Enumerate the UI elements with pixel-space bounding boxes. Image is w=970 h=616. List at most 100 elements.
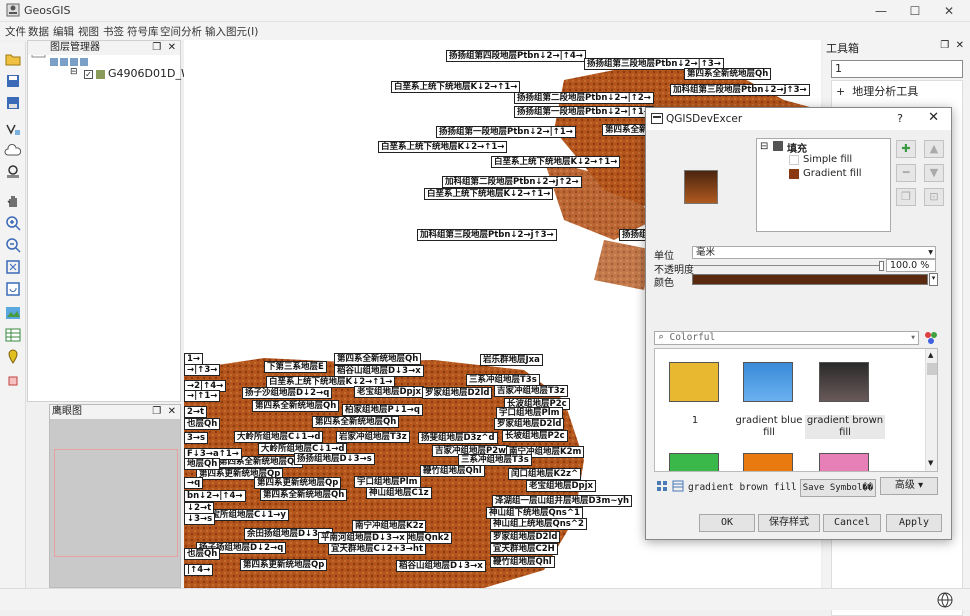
vector-icon[interactable] [4,120,22,138]
color-button[interactable] [692,274,928,285]
symbol-tile-label: gradient blue fill [735,415,803,438]
symbol-tile[interactable] [743,362,793,402]
remove-symbol-layer-button[interactable]: ━ [896,164,916,182]
scroll-up-icon[interactable]: ▲ [928,351,933,359]
save-as-icon[interactable] [4,94,22,112]
unit-select[interactable]: 毫米 ▾ [692,246,936,259]
menu-spatial-analysis[interactable]: 空间分析 [160,24,202,39]
layer-panel-close-button[interactable]: ✕ [168,42,176,53]
move-up-button[interactable]: ▲ [924,140,944,158]
menu-file[interactable]: 文件 [5,24,26,39]
cloud-icon[interactable] [4,142,22,160]
menu-edit[interactable]: 编辑 [53,24,74,39]
toolbox-tree-expander[interactable]: + [836,85,845,98]
tree-item-simple-fill[interactable]: Simple fill [803,154,852,165]
unit-select-chevron-icon: ▾ [928,247,933,258]
save-style-button[interactable]: 保存样式 [758,514,820,532]
layer-panel-title: 图层管理器 [50,42,100,53]
menu-bookmarks[interactable]: 书签 [103,24,124,39]
table-icon[interactable] [4,326,22,344]
map-label: 鞭竹组地层Qhl [420,465,485,477]
toolbox-dock-button[interactable]: ❐ [940,40,949,51]
cancel-button[interactable]: Cancel [823,514,881,532]
opacity-slider-track[interactable] [694,265,882,266]
opacity-slider-handle[interactable] [879,261,884,271]
symbol-tile[interactable] [819,453,869,471]
color-dropdown-arrow-icon[interactable]: ▾ [929,273,938,286]
zoom-out-icon[interactable] [4,236,22,254]
layer-tree-expander-icon[interactable]: ⊟ [70,67,78,77]
advanced-button[interactable]: 高级 ▾ [880,477,938,495]
map-label: 加科组第二段地层Ptbn↓2→j↑2→ [442,176,582,188]
save-symbol-button[interactable]: Save Symbol�� [800,479,876,497]
menu-input-element[interactable]: 输入图元(I) [205,24,258,39]
ok-button[interactable]: OK [699,514,755,532]
move-down-button[interactable]: ▼ [924,164,944,182]
layer-down-icon[interactable] [80,58,88,66]
map-label: →|↑1→ [184,390,221,402]
delete-icon[interactable] [4,372,22,390]
toolbox-close-button[interactable]: ✕ [956,40,964,51]
map-label: 扬扬组第四段地层Ptbn↓2→|↑4→ [446,50,586,62]
symbol-search-input[interactable]: ⌕ Colorful ▾ [654,331,919,345]
overview-map-panel: 鹰眼图 ❐ ✕ [49,404,181,588]
layer-swatch [96,69,105,79]
layer-item[interactable]: ✓ G4906D01D_WP [84,67,198,81]
grid-view-icon[interactable] [656,480,668,492]
dialog-close-button[interactable]: ✕ [928,110,939,125]
lock-layer-button[interactable]: ⊡ [924,188,944,206]
map-label: 也层Qh [184,548,221,560]
maximize-button[interactable]: ☐ [900,2,930,20]
tree-root-fill[interactable]: 填充 [787,140,807,155]
layer-up-icon[interactable] [70,58,78,66]
minimize-button[interactable]: — [866,2,896,20]
gallery-scrollbar[interactable]: ▲ ▼ [925,349,937,471]
georeference-icon[interactable] [4,162,22,180]
map-layer-icon[interactable] [4,304,22,322]
tree-root-expander[interactable]: ⊟ [760,141,768,152]
scroll-thumb[interactable] [927,363,937,375]
add-layer-icon[interactable] [50,58,58,66]
left-toolbar [0,42,26,602]
open-folder-icon[interactable] [4,50,22,68]
location-pin-icon[interactable] [4,348,22,366]
toolbox-tree-item[interactable]: + 地理分析工具 [836,83,918,99]
toolbox-search-input[interactable]: 1 [831,60,963,78]
remove-layer-icon[interactable] [60,58,68,66]
zoom-in-icon[interactable] [4,214,22,232]
menu-data[interactable]: 数据 [28,24,49,39]
zoom-extent-icon[interactable] [4,258,22,276]
scroll-down-icon[interactable]: ▼ [928,459,933,467]
symbol-tile[interactable] [743,453,793,471]
search-dropdown-icon[interactable]: ▾ [910,332,916,343]
overview-extent-box[interactable] [54,449,178,557]
style-manager-icon[interactable] [924,331,938,345]
symbol-tile[interactable] [819,362,869,402]
symbol-tile[interactable] [669,453,719,471]
opacity-spinbox[interactable]: 100.0 % [886,259,936,272]
window-title: GeosGIS [24,4,71,17]
list-view-icon[interactable] [672,480,684,492]
menu-view[interactable]: 视图 [78,24,99,39]
globe-icon[interactable] [936,591,954,609]
close-button[interactable]: ✕ [934,2,964,20]
map-label: 老宝组地层Dpjx [526,480,597,492]
overview-panel-dock-button[interactable]: ❐ [152,406,161,417]
duplicate-layer-button[interactable]: ❐ [896,188,916,206]
symbol-tile[interactable] [669,362,719,402]
tree-item-gradient-fill[interactable]: Gradient fill [803,168,862,179]
refresh-map-icon[interactable] [4,280,22,298]
map-label: 也层Qh [184,418,221,430]
symbol-gallery: 1 gradient blue fill gradient brown fill… [654,348,938,472]
menu-symbol-library[interactable]: 符号库 [127,24,159,39]
save-icon[interactable] [4,72,22,90]
dialog-help-button[interactable]: ? [897,112,903,125]
layer-panel-dock-button[interactable]: ❐ [152,42,161,53]
overview-panel-close-button[interactable]: ✕ [168,406,176,417]
apply-button[interactable]: Apply [886,514,942,532]
map-label: 扬子沙组地层D↓2→q [242,387,333,399]
pan-hand-icon[interactable] [4,192,22,210]
add-symbol-layer-button[interactable]: ✚ [896,140,916,158]
map-label: 白垩系上统下统地层K↓2→↑1→ [391,81,521,93]
layer-visibility-checkbox[interactable]: ✓ [84,69,93,79]
